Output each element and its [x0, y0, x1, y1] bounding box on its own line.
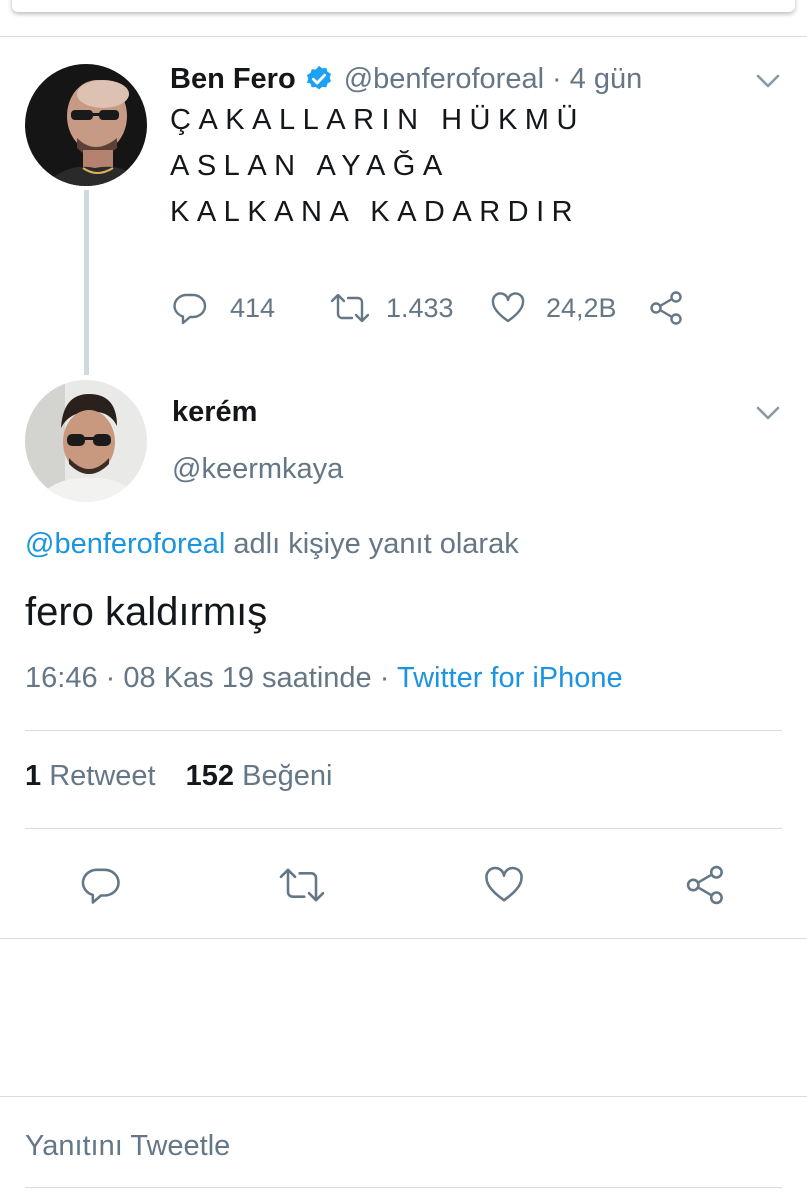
original-author-handle[interactable]: @benferoforeal: [344, 63, 544, 96]
tweet-source-link[interactable]: Twitter for iPhone: [397, 662, 623, 694]
original-author-name[interactable]: Ben Fero: [170, 63, 296, 96]
reply-action[interactable]: 414: [172, 288, 275, 328]
likes-stat[interactable]: 152 Beğeni: [186, 760, 333, 792]
original-tweet-time[interactable]: 4 gün: [570, 63, 643, 96]
meta-separator: ·: [379, 662, 390, 694]
ben-fero-avatar[interactable]: [25, 64, 147, 186]
retweets-stat[interactable]: 1 Retweet: [25, 760, 156, 792]
reply-icon: [173, 293, 207, 325]
share-action[interactable]: [648, 288, 686, 328]
tweet-stats: 1 Retweet 152 Beğeni: [25, 760, 332, 793]
kerem-avatar[interactable]: [25, 380, 147, 502]
retweet-stat-label: Retweet: [49, 760, 156, 792]
stats-divider-top: [25, 730, 782, 731]
retweet-count: 1.433: [386, 292, 454, 323]
actions-divider: [0, 938, 807, 939]
reply-author-name[interactable]: kerém: [172, 396, 257, 429]
reply-tweet-input[interactable]: Yanıtını Tweetle: [25, 1130, 230, 1163]
retweet-icon[interactable]: [276, 864, 328, 906]
original-tweet-header: Ben Fero @benferoforeal · 4 gün: [170, 59, 642, 99]
reply-icon[interactable]: [80, 864, 122, 906]
original-tweet-text-line-1: ÇAKALLARIN HÜKMÜ: [170, 104, 585, 136]
original-tweet-text-line-3: KALKANA KADARDIR: [170, 196, 581, 228]
composer-underline: [25, 1187, 782, 1188]
like-stat-count: 152: [185, 760, 235, 792]
previous-card-edge: [12, 0, 795, 12]
reply-count: 414: [230, 292, 276, 323]
like-stat-label: Beğeni: [242, 760, 333, 792]
tweet-date: 08 Kas 19 saatinde: [123, 662, 372, 694]
like-count: 24,2B: [546, 292, 617, 323]
retweet-action[interactable]: 1.433: [328, 288, 454, 328]
share-icon[interactable]: [684, 864, 728, 906]
retweet-icon: [330, 293, 370, 323]
meta-separator: ·: [552, 62, 562, 95]
tweet-time: 16:46: [25, 662, 98, 694]
chevron-down-icon[interactable]: [755, 404, 781, 422]
chevron-down-icon[interactable]: [755, 72, 781, 90]
meta-separator: ·: [105, 662, 116, 694]
verified-badge-icon: [306, 65, 331, 90]
like-action[interactable]: 24,2B: [490, 288, 617, 328]
like-icon[interactable]: [482, 864, 526, 906]
reply-to-mention-link[interactable]: @benferoforeal: [25, 528, 225, 560]
tweet-meta: 16:46 · 08 Kas 19 saatinde · Twitter for…: [25, 662, 623, 695]
like-icon: [491, 292, 525, 323]
retweet-stat-count: 1: [25, 760, 42, 792]
share-icon: [650, 291, 682, 325]
reply-author-handle[interactable]: @keermkaya: [172, 453, 343, 486]
top-divider: [0, 36, 807, 37]
original-tweet-text-line-2: ASLAN AYAĞA: [170, 150, 450, 182]
reply-tweet-text: fero kaldırmış: [25, 590, 268, 634]
thread-connector-line: [84, 190, 89, 375]
replying-to-line: @benferoforeal adlı kişiye yanıt olarak: [25, 528, 519, 561]
reply-to-label: adlı kişiye yanıt olarak: [233, 528, 519, 560]
stats-divider-bottom: [25, 828, 782, 829]
composer-divider: [0, 1096, 807, 1097]
